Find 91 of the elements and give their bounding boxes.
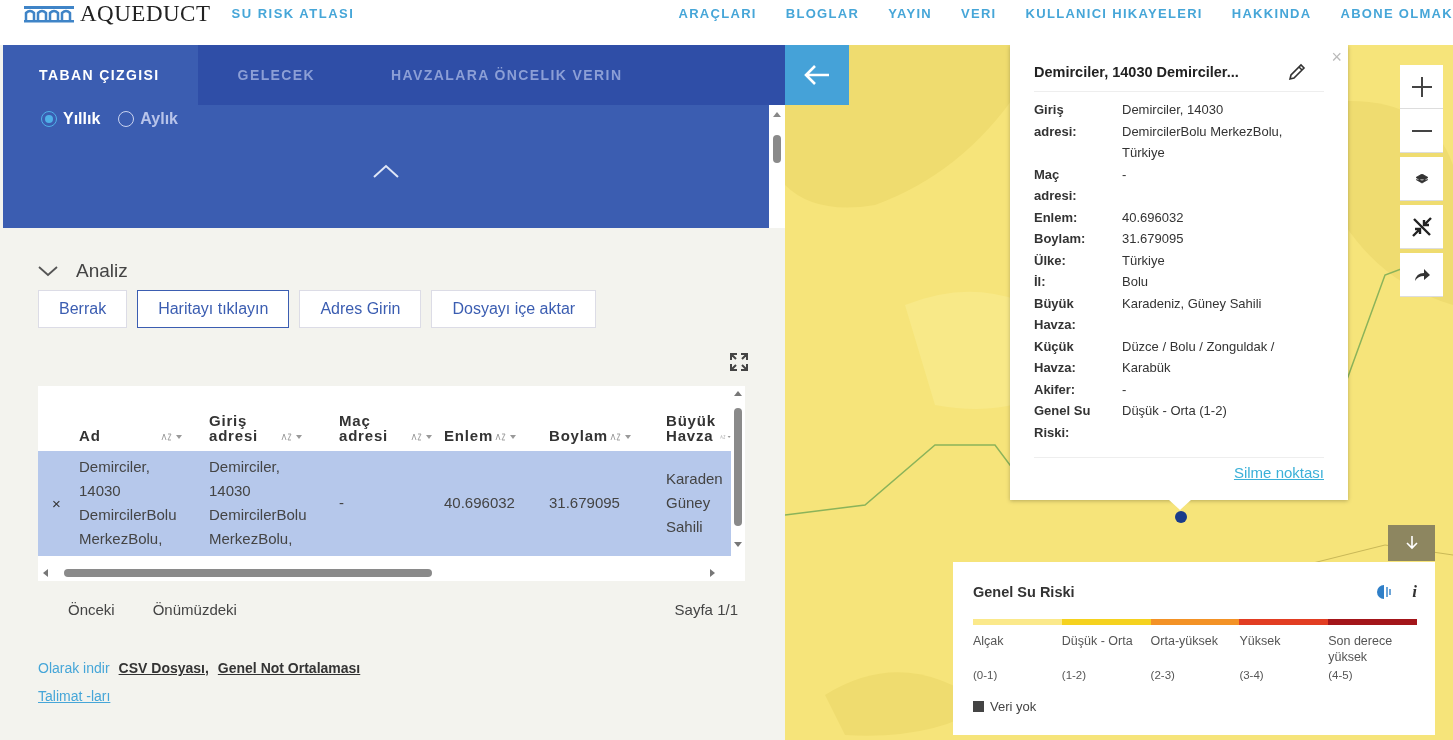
legend-label: Son derece yüksek (1328, 633, 1394, 666)
download-label: Olarak indir (38, 660, 110, 676)
legend-label: Düşük - Orta (1061, 633, 1134, 650)
sort-icon[interactable] (495, 433, 517, 441)
field-label: Genel Su Riski: (1034, 402, 1092, 442)
radio-label: Yıllık (63, 110, 101, 128)
sort-icon[interactable] (281, 433, 303, 441)
analysis-button[interactable]: Adres Girin (299, 290, 422, 328)
sort-icon[interactable] (610, 433, 632, 441)
field-value: Karadeniz, Güney Sahili (1122, 294, 1263, 313)
field-label: Büyük Havza: (1034, 294, 1077, 334)
legend-range: (0-1) (973, 669, 999, 681)
chevron-down-icon[interactable] (38, 265, 58, 277)
page-indicator: Sayfa 1/1 (674, 601, 738, 618)
field-value: Türkiye (1122, 251, 1166, 270)
share-arrow-icon (1413, 267, 1430, 282)
field-label: Enlem: (1034, 208, 1079, 227)
field-value: Düşük - Orta (1-2) (1122, 402, 1228, 420)
download-link[interactable]: CSV Dosyası, (118, 660, 209, 676)
column-header[interactable]: Giriş adresi (209, 413, 279, 443)
zoom-out-button[interactable] (1400, 109, 1443, 153)
chevron-up-icon[interactable] (373, 164, 399, 178)
field-value: Bolu (1122, 273, 1150, 291)
period-radio[interactable]: Yıllık (41, 110, 101, 128)
period-radio[interactable]: Aylık (118, 110, 178, 128)
sort-icon[interactable] (411, 433, 433, 441)
field-value: 40.696032 (1122, 208, 1185, 227)
table-cell-text: 31.679095 (548, 493, 621, 513)
field-label: Akifer: (1034, 380, 1077, 399)
arrows-inward-icon (1410, 215, 1433, 238)
pencil-icon[interactable] (1288, 63, 1306, 81)
share-button[interactable] (1400, 253, 1443, 297)
field-value: Düzce / Bolu / Zonguldak / Karabük (1122, 337, 1276, 377)
column-header[interactable]: Boylam (549, 428, 608, 443)
legend-range: (1-2) (1061, 669, 1088, 681)
table-cell-text: Demirciler, 14030 DemircilerBolu MerkezBolu, (208, 457, 308, 549)
column-header[interactable]: Enlem (444, 428, 493, 443)
popup-title: Demirciler, 14030 Demirciler... (1034, 64, 1239, 80)
logo-text[interactable]: AQUEDUCT (80, 1, 211, 27)
expand-icon[interactable] (730, 353, 748, 371)
remove-button[interactable]: × (38, 495, 75, 512)
analysis-button[interactable]: Berrak (38, 290, 128, 328)
table-cell-text: Demirciler, 14030 DemircilerBolu MerkezBolu, (78, 457, 178, 549)
plus-icon (1410, 75, 1433, 98)
section-title: Analiz (76, 260, 128, 282)
field-value: - (1122, 165, 1128, 184)
collapse-legend-button[interactable] (1388, 525, 1435, 561)
legend-label: Orta-yüksek (1150, 633, 1219, 650)
back-button[interactable] (785, 45, 849, 105)
legend-title: Genel Su Riski (973, 584, 1075, 600)
legend-label: Veri yok (990, 699, 1037, 714)
arrow-down-icon (1405, 536, 1418, 550)
field-value: Demirciler, 14030 DemircilerBolu MerkezBolu, Türkiye (1122, 101, 1284, 162)
column-header[interactable]: Büyük Havza (666, 413, 718, 443)
layers-icon (1415, 173, 1428, 184)
field-label: İl: (1034, 273, 1047, 291)
field-label: Maç adresi: (1034, 165, 1078, 205)
opacity-icon[interactable] (1376, 584, 1393, 600)
radio-label: Aylık (140, 110, 178, 128)
next-button[interactable]: Önümüzdeki (152, 601, 237, 618)
sort-icon[interactable] (161, 433, 183, 441)
analysis-button[interactable]: Haritayı tıklayın (137, 290, 290, 328)
field-value: - (1122, 380, 1128, 399)
field-label: Ülke: (1034, 251, 1067, 270)
legend-label: Alçak (973, 633, 1005, 650)
no-data-swatch (973, 701, 984, 712)
zoom-in-button[interactable] (1400, 65, 1443, 109)
table-cell-text: - (338, 493, 345, 513)
table-cell-text: Karaden Güney Sahili (665, 469, 724, 537)
previous-button[interactable]: Önceki (68, 601, 115, 618)
legend-range: (4-5) (1328, 669, 1354, 681)
field-label: Giriş adresi: (1034, 101, 1078, 141)
arrow-left-icon (803, 64, 831, 86)
table-row[interactable]: × Demirciler, 14030 DemircilerBolu MerkezBolu, Demirciler, 14030 DemircilerBolu MerkezBolu, - 40.696032 31.679095 Karaden Güney Sahili (38, 451, 731, 556)
column-header[interactable]: Maç adresi (339, 413, 409, 443)
table-cell-text: 40.696032 (443, 493, 516, 513)
field-value: 31.679095 (1122, 230, 1185, 248)
minus-icon (1410, 128, 1433, 133)
layers-button[interactable] (1400, 157, 1443, 201)
download-link[interactable]: Genel Not Ortalaması (217, 660, 361, 676)
info-button[interactable]: i (1412, 582, 1417, 602)
analysis-button[interactable]: Dosyayı içe aktar (431, 290, 597, 328)
field-label: Küçük Havza: (1034, 337, 1077, 377)
legend-range: (2-3) (1150, 669, 1176, 681)
column-header[interactable]: Ad (79, 428, 159, 443)
tab[interactable]: TABAN ÇIZGISI (3, 45, 198, 105)
legend-range: (3-4) (1239, 669, 1265, 681)
aqueduct-logo-icon (24, 5, 74, 23)
field-label: Boylam: (1034, 230, 1087, 248)
collapse-button[interactable] (1400, 205, 1443, 249)
legend-label: Yüksek (1239, 633, 1282, 650)
